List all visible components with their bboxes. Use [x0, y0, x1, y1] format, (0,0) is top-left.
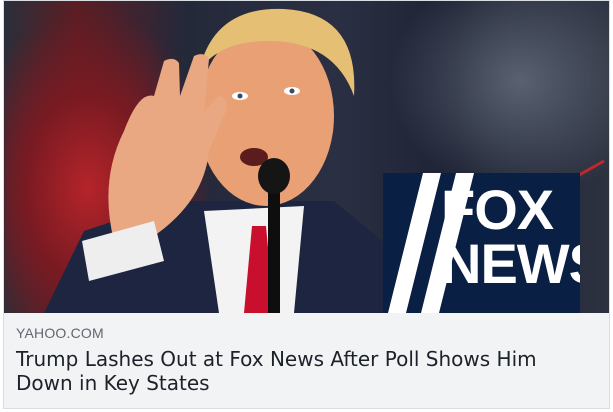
fox-news-wordmark: FOX NEWS — [441, 178, 580, 295]
preview-image[interactable]: FOX NEWS — [4, 1, 609, 313]
article-headline[interactable]: Trump Lashes Out at Fox News After Poll … — [16, 347, 597, 395]
link-preview-card[interactable]: FOX NEWS YAHOO.COM Trump Lashes Out at F… — [3, 0, 610, 409]
speaker-photo — [44, 8, 404, 313]
fox-news-logo: FOX NEWS — [383, 173, 580, 313]
source-domain: YAHOO.COM — [16, 325, 104, 341]
link-preview-meta[interactable]: YAHOO.COM Trump Lashes Out at Fox News A… — [4, 313, 609, 408]
